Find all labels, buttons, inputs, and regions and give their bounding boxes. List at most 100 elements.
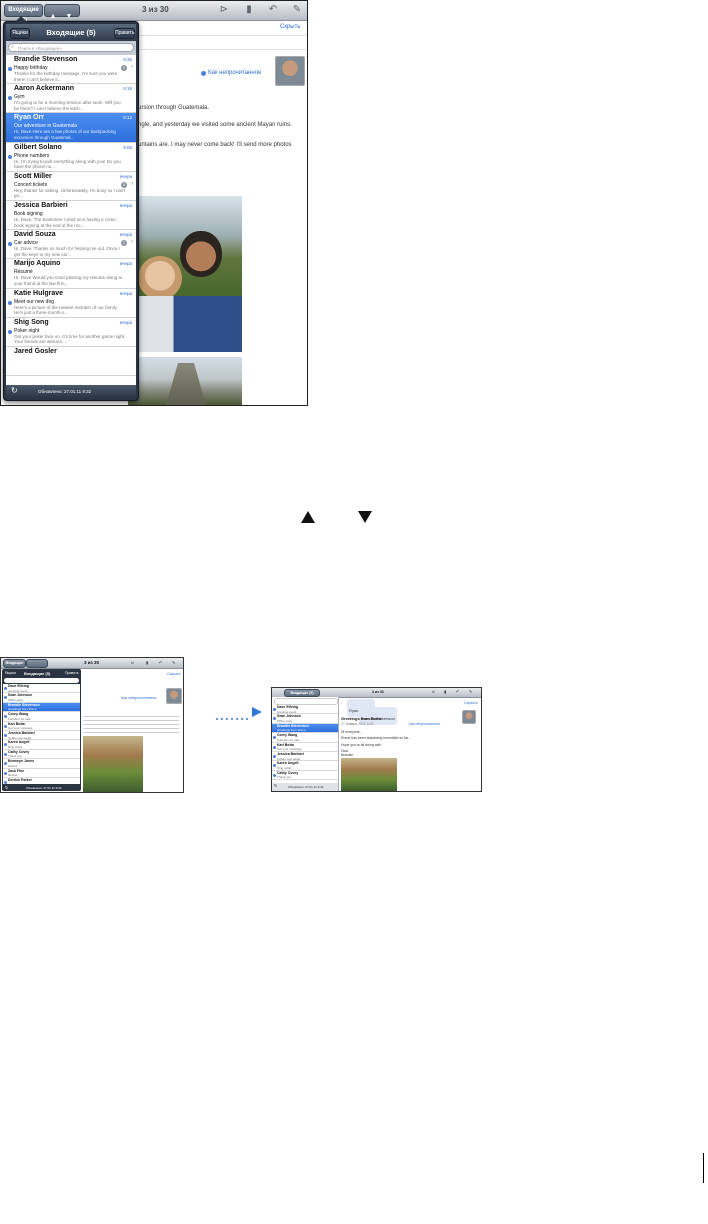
- hide-link[interactable]: Скрыть: [167, 671, 181, 676]
- message-row[interactable]: Jessica Barbieri Coffee next week: [3, 731, 80, 741]
- unread-dot-icon: [201, 71, 206, 76]
- sender-name: Aaron Ackermann: [14, 85, 75, 93]
- edit-button[interactable]: Править: [114, 28, 135, 39]
- message-time: 9:25: [123, 57, 132, 62]
- sender-avatar: [166, 688, 182, 704]
- message-row[interactable]: Corey Wang Furniture for sale: [3, 712, 80, 722]
- message-row[interactable]: Jared Gosler: [6, 347, 136, 377]
- email-subject: Greetings from Rome: [341, 716, 382, 721]
- mailboxes-button[interactable]: Ящики: [10, 28, 30, 39]
- message-preview: Hey, thanks for asking. Unfortunately, I…: [14, 187, 126, 199]
- message-row[interactable]: Brandie Stevenson 9:25 Happy birthday Thank…: [6, 55, 136, 85]
- sidebar-footer: ↻ Обновлено: 27.01.11 9:32: [272, 783, 338, 791]
- message-preview: [14, 363, 126, 374]
- mail-screenshot-portrait: Входящие ▲▼ 3 из 30 ⊳ ▮ ↶ ✎ Скрыть Как н…: [0, 657, 184, 793]
- attached-photo: [341, 758, 397, 791]
- attached-photo: [83, 736, 143, 792]
- reply-icon[interactable]: ↶: [266, 3, 280, 17]
- message-row[interactable]: Jessica Barbieri Coffee next week: [272, 752, 338, 762]
- trash-icon[interactable]: ▮: [444, 689, 446, 694]
- refresh-icon[interactable]: ↻: [5, 785, 8, 790]
- message-row[interactable]: Cathy Covey Thank you: [272, 771, 338, 781]
- edit-button[interactable]: Править: [65, 671, 79, 675]
- sender-name: Corey Wang: [8, 712, 29, 717]
- message-row[interactable]: Aaron Ackermann 9:16 Gym I'm going to for a…: [6, 84, 136, 114]
- message-row[interactable]: Gilbert Solano 9:05 Phone numbers Hi, I'm t…: [6, 142, 136, 172]
- inbox-button[interactable]: Входящие: [3, 659, 26, 668]
- inbox-button[interactable]: Входящие (5): [284, 689, 320, 697]
- folder-icon[interactable]: ⊳: [432, 689, 435, 694]
- hide-link[interactable]: Скрыть: [464, 700, 478, 705]
- message-row[interactable]: Karen Angell Ring outlet: [3, 740, 80, 750]
- message-preview: Thanks for the birthday message. I'm sur…: [14, 71, 118, 82]
- message-row[interactable]: Marijo Aquino вчера Résumé Hi, Dave Would y…: [6, 259, 136, 289]
- message-row[interactable]: Karl Botta Got your message: [272, 743, 338, 752]
- message-row[interactable]: Dave Elfving Campus event: [3, 684, 80, 694]
- reply-icon[interactable]: ↶: [456, 689, 459, 694]
- from-label: ◦: [341, 700, 343, 705]
- message-preview: I'm going to for a morning session after…: [14, 100, 121, 111]
- mail-screenshot-large: Входящие (5) ▲▼ 3 из 30 ⊳ ▮ ↶ ✎ Скрыть К…: [0, 0, 308, 406]
- chevron-right-icon: ›: [131, 180, 133, 187]
- popover-header: Ящики Входящие (5) Править: [6, 24, 136, 41]
- message-row[interactable]: Karl Botta Got your message: [3, 722, 80, 731]
- unread-dot-icon: [4, 734, 7, 737]
- folder-icon[interactable]: ⊳: [217, 3, 231, 17]
- arrow-head-icon: [252, 707, 262, 717]
- sender-name: Sean Johnson: [8, 693, 32, 698]
- unread-dot-icon: [273, 764, 276, 768]
- message-row[interactable]: Jessica Barbieri вчера Book signing Hi, Dav…: [6, 201, 136, 231]
- message-row[interactable]: Scott Miller вчера Concert tickets Hey, tha…: [6, 171, 136, 201]
- search-input[interactable]: [4, 678, 79, 683]
- compose-icon[interactable]: ✎: [290, 3, 304, 17]
- message-preview: Hi, Dave Would you mind passing my résum…: [14, 275, 123, 286]
- message-row[interactable]: Shig Song вчера Poker night Get your poker …: [6, 317, 136, 347]
- message-preview: Hi, Dave. Thanks so much for helping me …: [14, 246, 120, 257]
- mark-unread-link[interactable]: Как непрочитанное: [409, 722, 440, 726]
- message-subject: Thank you: [8, 754, 23, 759]
- unread-dot-icon: [4, 715, 7, 719]
- sender-name: Marijo Aquino: [14, 260, 61, 268]
- reply-icon[interactable]: ↶: [159, 660, 162, 665]
- message-row[interactable]: Karen Angell Ring outlet: [272, 761, 338, 771]
- message-row[interactable]: Corey Wang Furniture for sale: [272, 733, 338, 743]
- hide-link[interactable]: Скрыть: [280, 24, 300, 30]
- search-input[interactable]: [274, 698, 338, 705]
- trash-icon[interactable]: ▮: [242, 3, 256, 17]
- thread-count-badge: 2: [120, 240, 127, 247]
- folder-icon[interactable]: ⊳: [131, 660, 134, 665]
- message-row[interactable]: Ryan Orr 9:12 Our adventure in Guatemala Hi…: [6, 113, 136, 143]
- message-row[interactable]: Sean Johnson Office party: [3, 693, 80, 703]
- message-row[interactable]: Cathy Covey Thank you: [3, 750, 80, 760]
- compose-icon[interactable]: ✎: [172, 660, 175, 665]
- message-row[interactable]: Brandie Stevenson Greetings from Rome: [3, 702, 80, 713]
- message-row[interactable]: Dave Elfving Campus event: [272, 705, 338, 715]
- trash-icon[interactable]: ▮: [146, 660, 148, 665]
- unread-dot-icon: [4, 696, 7, 700]
- message-time: 9:05: [123, 144, 132, 150]
- message-row[interactable]: Brandie Stevenson Greetings from Rome: [272, 723, 338, 734]
- message-subject: Greetings from Rome: [277, 728, 306, 733]
- message-row[interactable]: David Souza вчера Car advice Hi, Dave. Than…: [6, 230, 136, 260]
- message-time: вчера: [119, 232, 132, 238]
- refresh-icon[interactable]: ↻: [11, 386, 18, 395]
- sender-name: Jessica Barbieri: [14, 202, 68, 209]
- sender-name: Karl Botta: [8, 721, 25, 726]
- message-list: Dave Elfving Campus event Sean Johnson Offi…: [3, 684, 80, 784]
- mark-unread-link[interactable]: Как непрочитанное: [208, 70, 261, 76]
- mark-unread-link[interactable]: Как непрочитанное: [121, 695, 157, 700]
- message-subject: Campus event: [8, 688, 28, 693]
- compose-icon[interactable]: ✎: [469, 689, 472, 694]
- mailboxes-button[interactable]: Ящики: [5, 671, 16, 675]
- unread-dot-icon: [273, 755, 276, 758]
- message-row[interactable]: Sean Johnson Office party: [272, 714, 338, 724]
- message-row[interactable]: Zack Fine Recipe: [3, 769, 80, 778]
- message-row[interactable]: Bronwyn Jones Haircut: [3, 759, 80, 769]
- sender-avatar: [275, 56, 305, 86]
- search-input[interactable]: Поиск в «Входящие»: [8, 43, 134, 52]
- updated-status: Обновлено: 27.01.11 9:32: [26, 786, 62, 790]
- refresh-icon[interactable]: ↻: [274, 783, 277, 788]
- message-row[interactable]: Katie Hulgrave вчера Meet our new dog Here'…: [6, 288, 136, 318]
- message-subject: Furniture for sale: [277, 737, 300, 742]
- message-row[interactable]: Derrick Parker: [3, 778, 80, 784]
